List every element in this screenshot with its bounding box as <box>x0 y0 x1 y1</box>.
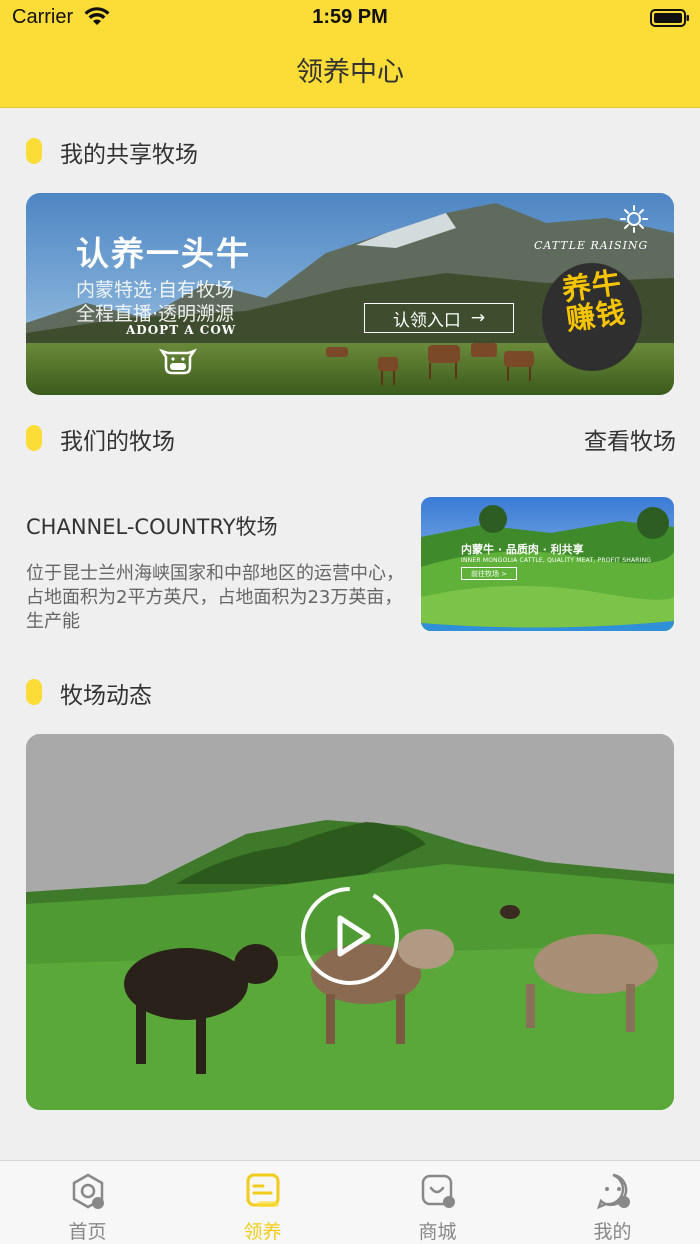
banner-subtitle: ADOPT A COW <box>126 323 237 337</box>
tab-bar: 首页 领养 商城 我的 <box>0 1160 700 1244</box>
section-marker <box>26 425 42 451</box>
nav-header: Carrier 1:59 PM 领养中心 <box>0 0 700 108</box>
section-shared-ranch: 我的共享牧场 <box>26 133 676 169</box>
sun-logo-icon <box>620 205 648 233</box>
section-our-ranch: 我们的牧场 查看牧场 <box>26 420 676 456</box>
tab-label: 首页 <box>68 1221 107 1243</box>
banner-line-2: 全程直播·透明溯源 <box>76 303 235 325</box>
tab-home[interactable]: 首页 <box>0 1161 175 1244</box>
section-title: 牧场动态 <box>60 683 152 709</box>
section-title: 我的共享牧场 <box>60 142 198 168</box>
ranch-thumb-title: 内蒙牛 · 品质肉 · 利共享 <box>461 543 584 556</box>
banner-cattle-raising: CATTLE RAISING <box>534 239 649 252</box>
claim-entry-button[interactable]: 认领入口 → <box>364 303 514 333</box>
adopt-icon <box>246 1173 279 1207</box>
go-to-ranch-button[interactable]: 前往牧场 > <box>461 567 517 580</box>
banner-headline: 认养一头牛 <box>76 234 251 273</box>
profile-icon <box>596 1173 630 1210</box>
section-marker <box>26 679 42 705</box>
page-title: 领养中心 <box>296 57 404 88</box>
status-bar: Carrier 1:59 PM <box>0 0 700 36</box>
home-icon <box>72 1173 104 1209</box>
ranch-description: 位于昆士兰州海峡国家和中部地区的运营中心，占地面积为2平方英尺，占地面积为23万… <box>26 563 404 632</box>
tab-label: 商城 <box>418 1221 457 1243</box>
tab-label: 领养 <box>243 1221 282 1243</box>
tab-adopt[interactable]: 领养 <box>175 1161 350 1244</box>
play-icon[interactable] <box>300 886 400 986</box>
ranch-thumbnail[interactable]: 内蒙牛 · 品质肉 · 利共享 INNER MONGOLIA CATTLE, Q… <box>421 497 674 631</box>
tab-shop[interactable]: 商城 <box>350 1161 525 1244</box>
battery-icon <box>650 9 689 27</box>
ranch-thumb-subtitle: INNER MONGOLIA CATTLE, QUALITY MEAT, PRO… <box>461 557 652 564</box>
view-ranch-link[interactable]: 查看牧场 <box>584 422 676 456</box>
status-time: 1:59 PM <box>312 6 388 28</box>
tab-profile[interactable]: 我的 <box>525 1161 700 1244</box>
ranch-name[interactable]: CHANNEL-COUNTRY牧场 <box>26 511 278 541</box>
cow-icon <box>158 348 198 375</box>
claim-entry-label: 认领入口 <box>392 310 461 331</box>
banner-line-1: 内蒙特选·自有牧场 <box>76 279 235 301</box>
section-title: 我们的牧场 <box>60 429 175 455</box>
shop-icon <box>421 1174 455 1208</box>
tab-label: 我的 <box>593 1221 632 1243</box>
banner-seal-text: 养牛赚钱 <box>559 265 629 337</box>
ranch-video[interactable] <box>26 734 674 1110</box>
arrow-right-icon: → <box>470 308 486 328</box>
adopt-banner[interactable]: CATTLE RAISING 认养一头牛 内蒙特选·自有牧场 全程直播·透明溯源… <box>26 193 674 395</box>
section-marker <box>26 138 42 164</box>
ranch-thumb-landscape <box>421 497 674 631</box>
section-ranch-news: 牧场动态 <box>26 674 676 710</box>
